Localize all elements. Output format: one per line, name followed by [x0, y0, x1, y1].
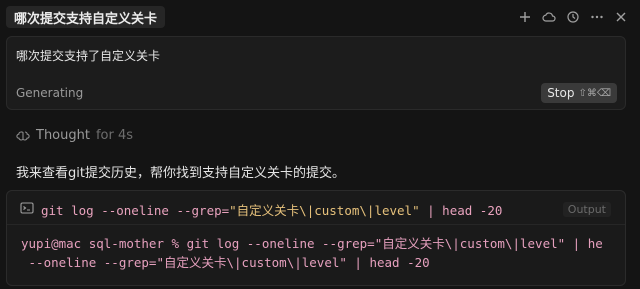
prompt-card: 哪次提交支持了自定义关卡 Generating Stop ⇧⌘⌫ [6, 36, 626, 110]
thought-label: Thought [36, 128, 90, 143]
stop-label: Stop [547, 86, 575, 100]
chat-title-tab[interactable]: 哪次提交支持自定义关卡 [6, 6, 166, 28]
stop-shortcut: ⇧⌘⌫ [578, 87, 611, 99]
brain-icon [16, 130, 30, 141]
terminal-output-line: --oneline --grep="自定义关卡\|custom\|level" … [21, 255, 430, 270]
assistant-message: 我来查看git提交历史，帮你找到支持自定义关卡的提交。 [16, 166, 345, 181]
command-argument: "自定义关卡\|custom\|level" [229, 203, 420, 218]
thought-duration: for 4s [95, 128, 134, 143]
header-toolbar [516, 7, 630, 27]
history-icon[interactable] [564, 7, 582, 27]
thought-toggle[interactable]: Thought for 4s [16, 128, 133, 143]
command-suffix: | head -20 [419, 203, 503, 218]
generating-status: Generating [16, 86, 84, 100]
terminal-icon [20, 202, 34, 214]
terminal-command-row: git log --oneline --grep="自定义关卡\|custom\… [7, 191, 625, 225]
plus-icon[interactable] [516, 7, 534, 27]
output-button[interactable]: Output [562, 202, 611, 217]
prompt-text: 哪次提交支持了自定义关卡 [16, 49, 161, 63]
chat-title: 哪次提交支持自定义关卡 [14, 11, 158, 27]
terminal-command: git log --oneline --grep="自定义关卡\|custom\… [41, 200, 502, 219]
terminal-block: git log --oneline --grep="自定义关卡\|custom\… [6, 190, 626, 286]
chat-header: 哪次提交支持自定义关卡 [0, 0, 640, 34]
command-prefix: git log --oneline --grep= [41, 203, 230, 218]
more-icon[interactable] [588, 7, 606, 27]
stop-button[interactable]: Stop ⇧⌘⌫ [541, 83, 617, 103]
cloud-icon[interactable] [540, 7, 558, 27]
terminal-output-line: yupi@mac sql-mother % git log --oneline … [21, 236, 603, 251]
close-icon[interactable] [612, 7, 630, 27]
